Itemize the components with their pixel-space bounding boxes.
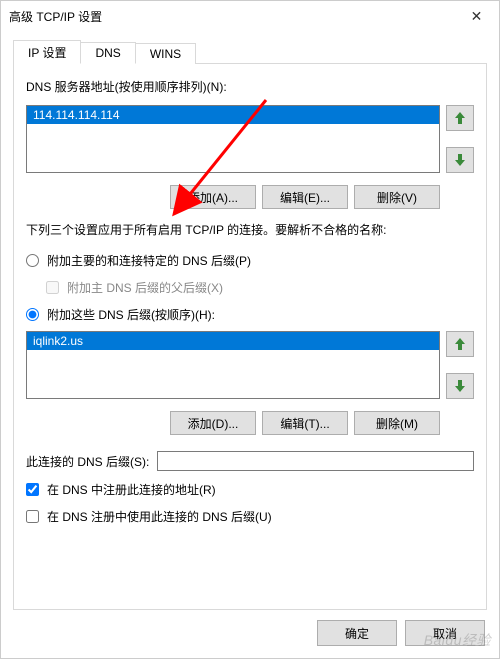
check-use-conn-suffix-input[interactable] xyxy=(26,510,39,523)
arrow-down-icon xyxy=(455,380,465,392)
dns-server-item[interactable]: 114.114.114.114 xyxy=(27,106,439,124)
check-use-conn-suffix[interactable]: 在 DNS 注册中使用此连接的 DNS 后缀(U) xyxy=(26,506,474,527)
client-area: IP 设置 DNS WINS DNS 服务器地址(按使用顺序排列)(N): 11… xyxy=(1,31,499,658)
dns-server-move-down-button[interactable] xyxy=(446,147,474,173)
check-parent-suffix-label: 附加主 DNS 后缀的父后缀(X) xyxy=(67,279,223,296)
close-button[interactable]: ✕ xyxy=(454,1,499,31)
arrow-up-icon xyxy=(455,338,465,350)
check-register-dns-input[interactable] xyxy=(26,483,39,496)
check-parent-suffix: 附加主 DNS 后缀的父后缀(X) xyxy=(26,277,474,298)
dns-suffix-move-up-button[interactable] xyxy=(446,331,474,357)
dns-server-remove-button[interactable]: 删除(V) xyxy=(354,185,440,209)
resolve-description: 下列三个设置应用于所有启用 TCP/IP 的连接。要解析不合格的名称: xyxy=(26,219,474,244)
conn-suffix-label: 此连接的 DNS 后缀(S): xyxy=(26,453,149,470)
tab-ip-settings[interactable]: IP 设置 xyxy=(13,40,81,64)
titlebar: 高级 TCP/IP 设置 ✕ xyxy=(1,1,499,31)
radio-primary-suffix[interactable]: 附加主要的和连接特定的 DNS 后缀(P) xyxy=(26,250,474,271)
check-register-dns[interactable]: 在 DNS 中注册此连接的地址(R) xyxy=(26,479,474,500)
arrow-down-icon xyxy=(455,154,465,166)
dns-suffix-remove-button[interactable]: 删除(M) xyxy=(354,411,440,435)
window-title: 高级 TCP/IP 设置 xyxy=(9,8,102,25)
tabstrip: IP 设置 DNS WINS xyxy=(13,39,487,64)
arrow-up-icon xyxy=(455,112,465,124)
check-parent-suffix-input xyxy=(46,281,59,294)
ok-button[interactable]: 确定 xyxy=(317,620,397,646)
dns-suffix-listbox[interactable]: iqlink2.us xyxy=(26,331,440,399)
dns-server-list-label: DNS 服务器地址(按使用顺序排列)(N): xyxy=(26,78,474,95)
dns-server-listbox[interactable]: 114.114.114.114 xyxy=(26,105,440,173)
tab-wins[interactable]: WINS xyxy=(135,43,196,64)
radio-primary-suffix-label: 附加主要的和连接特定的 DNS 后缀(P) xyxy=(47,252,251,269)
dns-suffix-reorder xyxy=(446,331,474,399)
conn-suffix-input[interactable] xyxy=(157,451,474,471)
close-icon: ✕ xyxy=(471,8,483,25)
dns-suffix-add-button[interactable]: 添加(D)... xyxy=(170,411,256,435)
advanced-tcpip-window: 高级 TCP/IP 设置 ✕ IP 设置 DNS WINS DNS 服务器地址(… xyxy=(0,0,500,659)
radio-append-these-label: 附加这些 DNS 后缀(按顺序)(H): xyxy=(47,306,215,323)
dns-server-reorder xyxy=(446,105,474,173)
dns-server-edit-button[interactable]: 编辑(E)... xyxy=(262,185,348,209)
radio-append-these-input[interactable] xyxy=(26,308,39,321)
tab-dns[interactable]: DNS xyxy=(80,42,135,64)
dns-server-add-button[interactable]: 添加(A)... xyxy=(170,185,256,209)
check-register-dns-label: 在 DNS 中注册此连接的地址(R) xyxy=(47,481,216,498)
check-use-conn-suffix-label: 在 DNS 注册中使用此连接的 DNS 后缀(U) xyxy=(47,508,272,525)
radio-primary-suffix-input[interactable] xyxy=(26,254,39,267)
dns-suffix-item[interactable]: iqlink2.us xyxy=(27,332,439,350)
dns-suffix-move-down-button[interactable] xyxy=(446,373,474,399)
watermark: Baidu经验 xyxy=(424,630,491,650)
radio-append-these[interactable]: 附加这些 DNS 后缀(按顺序)(H): xyxy=(26,304,474,325)
dns-tab-body: DNS 服务器地址(按使用顺序排列)(N): 114.114.114.114 添… xyxy=(13,64,487,610)
dns-server-move-up-button[interactable] xyxy=(446,105,474,131)
dns-suffix-edit-button[interactable]: 编辑(T)... xyxy=(262,411,348,435)
